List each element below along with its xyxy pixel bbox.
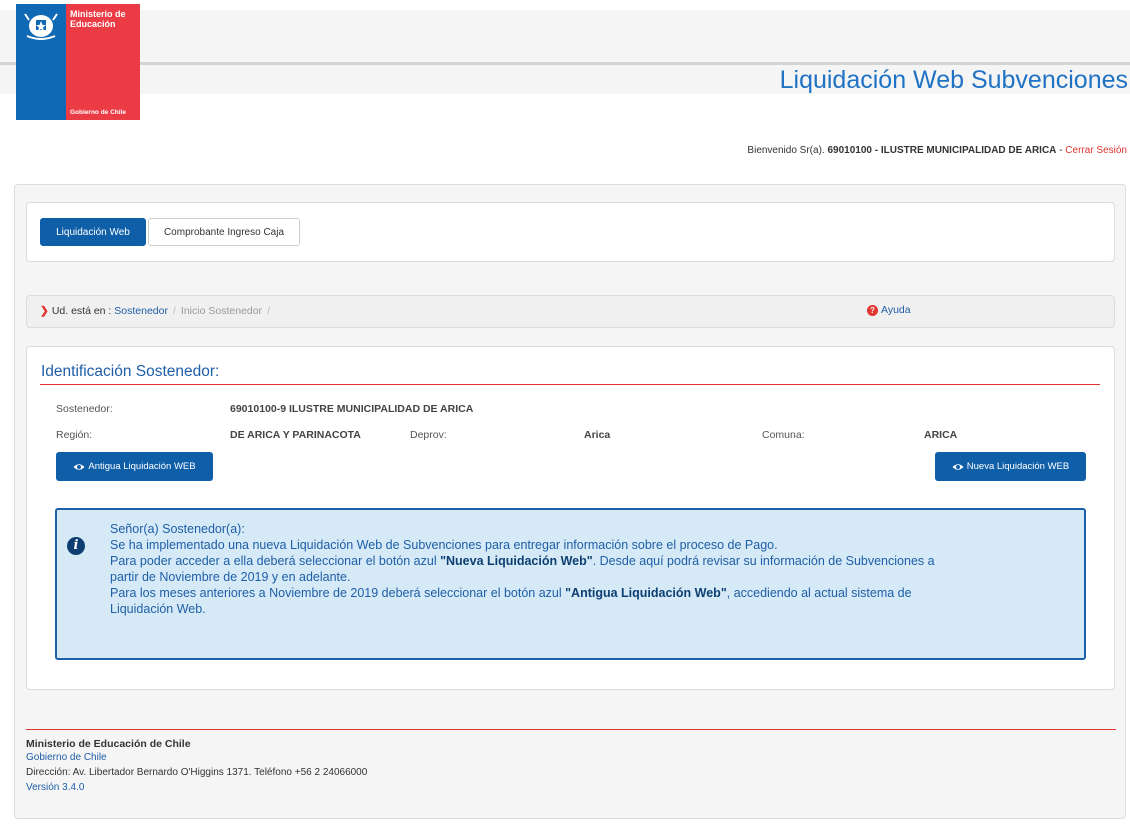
alert-line: partir de Noviembre de 2019 y en adelant… (110, 570, 351, 584)
welcome-dash: - (1056, 145, 1066, 156)
nueva-liquidacion-button[interactable]: Nueva Liquidación WEB (935, 452, 1086, 481)
welcome-prefix: Bienvenido Sr(a). (747, 145, 828, 156)
logout-link[interactable]: Cerrar Sesión (1065, 145, 1127, 156)
breadcrumb-current: Inicio Sostenedor (180, 305, 263, 317)
region-value: DE ARICA Y PARINACOTA (230, 429, 361, 441)
section-title: Identificación Sostenedor: (41, 363, 220, 380)
mineduc-logo[interactable]: Ministerio de Educación Gobierno de Chil… (16, 4, 140, 120)
coat-of-arms-icon (24, 13, 58, 40)
breadcrumb-separator: / (173, 305, 176, 317)
app-title: Liquidación Web Subvenciones (779, 66, 1128, 94)
alert-line: Para poder acceder a ella deberá selecci… (110, 553, 1060, 569)
info-icon: i (67, 537, 85, 555)
sostenedor-value: 69010100-9 ILUSTRE MUNICIPALIDAD DE ARIC… (230, 403, 474, 415)
welcome-message: Bienvenido Sr(a). 69010100 - ILUSTRE MUN… (747, 145, 1127, 156)
eye-icon (952, 463, 964, 470)
antigua-liquidacion-button[interactable]: Antigua Liquidación WEB (56, 452, 213, 481)
deprov-label: Deprov: (410, 429, 447, 441)
footer-address: Dirección: Av. Libertador Bernardo O'Hig… (26, 767, 368, 778)
welcome-user: 69010100 - ILUSTRE MUNICIPALIDAD DE ARIC… (827, 145, 1057, 156)
tab-liquidacion-web[interactable]: Liquidación Web (40, 218, 146, 246)
breadcrumb: ❯ Ud. está en : Sostenedor / Inicio Sostene… (40, 305, 275, 317)
chevron-right-icon: ❯ (40, 305, 49, 317)
alert-highlight-nueva: "Nueva Liquidación Web" (440, 554, 593, 568)
header-divider (0, 62, 1130, 65)
alert-line: Para los meses anteriores a Noviembre de… (110, 585, 1060, 601)
section-divider (40, 384, 1100, 385)
alert-line: Señor(a) Sostenedor(a): (110, 522, 245, 536)
logo-government-text: Gobierno de Chile (70, 109, 126, 116)
footer-version: Versión 3.4.0 (26, 782, 85, 793)
antigua-liquidacion-label: Antigua Liquidación WEB (88, 461, 196, 472)
alert-text-part: , accediendo al actual sistema de (726, 586, 912, 600)
alert-line: Liquidación Web. (110, 602, 206, 616)
help-link[interactable]: ? Ayuda (867, 304, 911, 316)
alert-highlight-antigua: "Antigua Liquidación Web" (565, 586, 727, 600)
comuna-value: ARICA (924, 429, 958, 441)
deprov-value: Arica (584, 429, 611, 441)
breadcrumb-link-sostenedor[interactable]: Sostenedor (114, 305, 168, 317)
sostenedor-label: Sostenedor: (56, 403, 113, 415)
tab-comprobante-ingreso-caja[interactable]: Comprobante Ingreso Caja (148, 218, 300, 246)
footer-org: Ministerio de Educación de Chile (26, 738, 191, 750)
comuna-label: Comuna: (762, 429, 805, 441)
footer-divider (26, 729, 1116, 730)
eye-icon (73, 463, 85, 470)
alert-text-part: Para poder acceder a ella deberá selecci… (110, 554, 441, 568)
help-label: Ayuda (881, 304, 911, 316)
nueva-liquidacion-label: Nueva Liquidación WEB (966, 461, 1070, 472)
info-alert-text: Señor(a) Sostenedor(a): Se ha implementa… (110, 521, 1060, 617)
alert-text-part: . Desde aquí podrá revisar su informació… (592, 554, 935, 568)
logo-ministry-text: Ministerio de Educación (70, 9, 126, 29)
breadcrumb-prefix: Ud. está en : (51, 305, 112, 317)
alert-line: Se ha implementado una nueva Liquidación… (110, 538, 778, 552)
alert-text-part: Para los meses anteriores a Noviembre de… (110, 586, 566, 600)
help-question-icon: ? (867, 304, 878, 316)
footer-gov-link[interactable]: Gobierno de Chile (26, 752, 107, 763)
region-label: Región: (56, 429, 93, 441)
breadcrumb-trailing-separator: / (267, 305, 270, 317)
